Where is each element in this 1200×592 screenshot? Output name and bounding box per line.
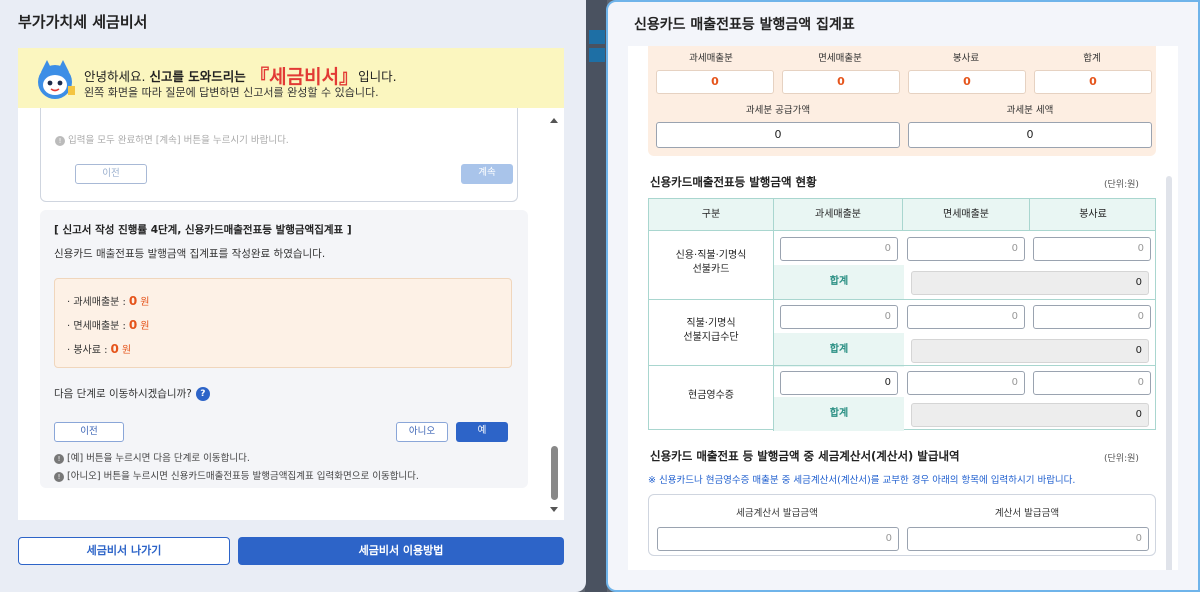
tax-invoice-amount-input[interactable]: 0 (657, 527, 899, 551)
step-title: [ 신고서 작성 진행률 4단계, 신용카드매출전표등 발행금액집계표 ] (54, 224, 352, 236)
summary-taxable-value: 0 (656, 70, 774, 94)
hint-no: ! [아니오] 버튼을 누르시면 신용카드매출전표등 발행금액집계표 입력화면으로… (54, 468, 419, 482)
tax-amount-label: 과세분 세액 (1006, 105, 1054, 116)
tax-invoice-section-title: 신용카드 매출전표 등 발행금액 중 세금계산서(계산서) 발급내역 (650, 449, 960, 463)
previous-step-note: ! 입력을 모두 완료하면 [계속] 버튼을 누르시기 바랍니다. (55, 132, 289, 146)
summary-header: 합계 (1083, 53, 1101, 64)
form-scrollbar[interactable] (1166, 176, 1172, 570)
scroll-up-icon[interactable] (550, 118, 558, 123)
form-content[interactable]: 과세매출분 면세매출분 봉사료 합계 0 0 0 0 과세분 공급가액 과세분 … (628, 46, 1178, 570)
issuance-section-title: 신용카드매출전표등 발행금액 현황 (650, 175, 817, 189)
exit-assistant-button[interactable]: 세금비서 나가기 (18, 537, 230, 565)
background-window-strip (585, 0, 607, 592)
supply-amount-label: 과세분 공급가액 (745, 105, 811, 116)
credit-card-taxable-input[interactable]: 0 (780, 237, 898, 261)
current-step-card: [ 신고서 작성 진행률 4단계, 신용카드매출전표등 발행금액집계표 ] 신용… (40, 210, 528, 488)
row-sum-label: 합계 (774, 265, 904, 299)
greeting-line-2: 왼쪽 화면을 따라 질문에 답변하면 신고서를 완성할 수 있습니다. (84, 86, 379, 99)
invoice-amount-input[interactable]: 0 (907, 527, 1149, 551)
chat-area[interactable]: ! 입력을 모두 완료하면 [계속] 버튼을 누르시기 바랍니다. 이전 계속 [… (18, 108, 564, 520)
summary-header: 봉사료 (952, 53, 980, 64)
amount-line: · 면세매출분 :0원 (67, 318, 150, 332)
panel-title: 부가가치세 세금비서 (18, 13, 148, 31)
summary-total-value: 0 (1034, 70, 1152, 94)
row-sum-label: 합계 (774, 397, 904, 431)
column-header: 과세매출분 (815, 209, 861, 220)
yes-button[interactable]: 예 (456, 422, 508, 442)
invoice-col-label: 계산서 발급금액 (994, 508, 1060, 519)
row-label: 직불·기명식 선불지급수단 (683, 318, 739, 343)
step-description: 신용카드 매출전표등 발행금액 집계표를 작성완료 하였습니다. (54, 248, 326, 260)
tax-amount-value: 0 (908, 122, 1152, 148)
summary-header: 면세매출분 (818, 53, 862, 64)
tax-invoice-unit: (단위:원) (1104, 454, 1139, 464)
column-header: 구분 (701, 209, 721, 220)
chat-scrollbar[interactable] (544, 108, 564, 520)
info-icon: ! (54, 471, 64, 482)
debit-taxable-input[interactable]: 0 (780, 305, 898, 329)
credit-card-exempt-input[interactable]: 0 (907, 237, 1025, 261)
background-badge (589, 30, 605, 44)
help-icon[interactable]: ? (195, 387, 210, 401)
mascot-icon (38, 60, 75, 99)
row-sum-label: 합계 (774, 333, 904, 367)
supply-amount-value: 0 (656, 122, 900, 148)
row-label: 신용·직불·기명식 선불카드 (675, 250, 747, 275)
info-icon: ! (54, 453, 64, 464)
tax-invoice-note: ※ 신용카드나 현금영수증 매출분 중 세금계산서(계산서)를 교부한 경우 아… (648, 475, 1076, 486)
summary-service-value: 0 (908, 70, 1026, 94)
issuance-unit: (단위:원) (1104, 180, 1139, 190)
tax-invoice-col-label: 세금계산서 발급금액 (736, 508, 818, 519)
next-step-question: 다음 단계로 이동하시겠습니까?? (54, 386, 210, 401)
info-icon: ! (55, 135, 65, 146)
credit-card-sum-value: 0 (911, 271, 1149, 295)
summary-header: 과세매출분 (689, 53, 733, 64)
amount-line: · 봉사료 :0원 (67, 342, 132, 356)
greeting-line-1: 안녕하세요. 신고를 도와드리는 『세금비서』입니다. (84, 66, 397, 88)
summary-section: 과세매출분 면세매출분 봉사료 합계 0 0 0 0 과세분 공급가액 과세분 … (648, 46, 1156, 156)
scroll-down-icon[interactable] (550, 507, 558, 512)
tax-invoice-box: 세금계산서 발급금액 계산서 발급금액 0 0 (648, 494, 1156, 556)
table-header: 구분 과세매출분 면세매출분 봉사료 (649, 199, 1155, 231)
cash-receipt-sum-value: 0 (911, 403, 1149, 427)
previous-step-continue-button[interactable]: 계속 (461, 164, 513, 184)
amount-summary-box: · 과세매출분 :0원 · 면세매출분 :0원 · 봉사료 :0원 (54, 278, 512, 368)
cash-receipt-service-input[interactable]: 0 (1033, 371, 1151, 395)
summary-exempt-value: 0 (782, 70, 900, 94)
prev-button[interactable]: 이전 (54, 422, 124, 442)
tax-assistant-panel: 부가가치세 세금비서 안녕하세요. 신고를 도와드리는 『세금비서』입니다. 왼… (0, 0, 586, 592)
debit-service-input[interactable]: 0 (1033, 305, 1151, 329)
column-header: 면세매출분 (943, 209, 989, 220)
column-header: 봉사료 (1079, 209, 1107, 220)
cash-receipt-taxable-input[interactable]: 0 (780, 371, 898, 395)
previous-step-card: ! 입력을 모두 완료하면 [계속] 버튼을 누르시기 바랍니다. 이전 계속 (40, 108, 518, 202)
debit-sum-value: 0 (911, 339, 1149, 363)
issuance-table: 구분 과세매출분 면세매출분 봉사료 신용·직불·기명식 선불카드 0 0 0 합… (648, 198, 1156, 431)
greeting-banner: 안녕하세요. 신고를 도와드리는 『세금비서』입니다. 왼쪽 화면을 따라 질문… (18, 48, 564, 108)
hint-yes: ! [예] 버튼을 누르시면 다음 단계로 이동합니다. (54, 450, 250, 464)
cash-receipt-exempt-input[interactable]: 0 (907, 371, 1025, 395)
card-sales-summary-panel: 신용카드 매출전표등 발행금액 집계표 과세매출분 면세매출분 봉사료 합계 0… (606, 0, 1200, 592)
no-button[interactable]: 아니오 (396, 422, 448, 442)
previous-step-prev-button[interactable]: 이전 (75, 164, 147, 184)
background-badge (589, 48, 605, 62)
scroll-thumb[interactable] (551, 446, 558, 500)
panel-title: 신용카드 매출전표등 발행금액 집계표 (634, 17, 855, 33)
debit-exempt-input[interactable]: 0 (907, 305, 1025, 329)
credit-card-service-input[interactable]: 0 (1033, 237, 1151, 261)
row-label: 현금영수증 (688, 390, 734, 401)
amount-line: · 과세매출분 :0원 (67, 294, 150, 308)
howto-button[interactable]: 세금비서 이용방법 (238, 537, 564, 565)
